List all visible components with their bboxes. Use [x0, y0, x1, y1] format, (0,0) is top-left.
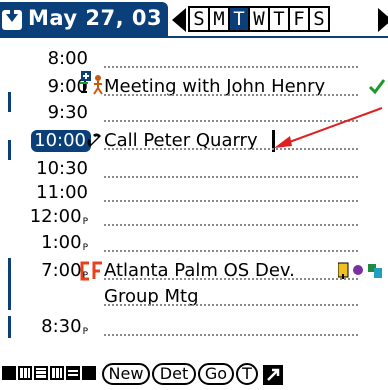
- time-label: 1:00P: [41, 232, 88, 253]
- date-title[interactable]: May 27, 03: [28, 6, 162, 30]
- previous-week-icon[interactable]: [172, 8, 186, 32]
- empty-slot-line[interactable]: [104, 224, 358, 226]
- event-underline: [104, 304, 358, 306]
- day-friday[interactable]: F: [288, 6, 310, 32]
- next-week-icon[interactable]: [378, 8, 388, 32]
- day-view-icon[interactable]: [2, 366, 16, 380]
- time-row[interactable]: 8:30P: [0, 316, 388, 338]
- day-saturday[interactable]: S: [308, 6, 330, 32]
- event-underline: [104, 278, 358, 280]
- week-view-text-icon[interactable]: [34, 366, 48, 380]
- empty-slot-line[interactable]: [104, 176, 358, 178]
- expand-icon[interactable]: [262, 364, 284, 386]
- time-row[interactable]: 10:30: [0, 158, 388, 180]
- bottom-toolbar: New Det Go T: [0, 360, 388, 390]
- empty-slot-line[interactable]: [104, 66, 358, 68]
- agenda-view-icon[interactable]: [66, 366, 80, 380]
- go-button[interactable]: Go: [198, 363, 234, 385]
- week-view-icon[interactable]: [18, 366, 32, 380]
- day-monday[interactable]: M: [208, 6, 230, 32]
- today-button[interactable]: T: [236, 363, 258, 385]
- time-row[interactable]: 9:00 Meeting with John Henry: [0, 71, 388, 98]
- checkmark-icon[interactable]: [368, 78, 386, 96]
- details-button[interactable]: Det: [152, 363, 196, 385]
- time-row[interactable]: 12:00P: [0, 206, 388, 228]
- phone-icon: [87, 133, 101, 147]
- new-button[interactable]: New: [102, 363, 150, 385]
- day-selector: S M T W T F S: [188, 6, 330, 32]
- cf-category-icon: [80, 261, 102, 281]
- note-icon[interactable]: [338, 262, 388, 280]
- time-row[interactable]: 1:00P: [0, 232, 388, 254]
- day-wednesday[interactable]: W: [248, 6, 270, 32]
- meeting-people-icon: [80, 71, 103, 95]
- title-divider: [0, 36, 388, 38]
- empty-slot-line[interactable]: [104, 200, 358, 202]
- datebook-app: May 27, 03 S M T W T F S 8:00 9:00 Meeti…: [0, 0, 388, 390]
- year-view-icon[interactable]: [82, 366, 96, 380]
- day-sunday[interactable]: S: [188, 6, 210, 32]
- annotation-arrow-icon: [274, 107, 383, 148]
- time-label: 9:30: [47, 102, 88, 123]
- event-underline: [104, 94, 358, 96]
- time-row[interactable]: 8:00: [0, 48, 388, 70]
- time-label-selected: 10:00: [31, 130, 91, 152]
- empty-slot-line[interactable]: [104, 250, 358, 252]
- empty-slot-line[interactable]: [104, 334, 358, 336]
- title-tab[interactable]: May 27, 03: [0, 2, 168, 36]
- time-label: 11:00: [36, 182, 88, 203]
- day-tuesday-selected[interactable]: T: [228, 6, 250, 32]
- time-label: 12:00P: [29, 206, 88, 227]
- time-label: 8:30P: [41, 316, 88, 337]
- menu-down-arrow-icon[interactable]: [2, 10, 22, 30]
- time-row[interactable]: 11:00: [0, 182, 388, 204]
- time-label: 8:00: [47, 48, 88, 69]
- month-view-icon[interactable]: [50, 366, 64, 380]
- time-row[interactable]: 7:00P Atlanta Palm OS Dev. Group Mtg: [0, 260, 388, 310]
- time-label: 10:30: [36, 158, 88, 179]
- day-thursday[interactable]: T: [268, 6, 290, 32]
